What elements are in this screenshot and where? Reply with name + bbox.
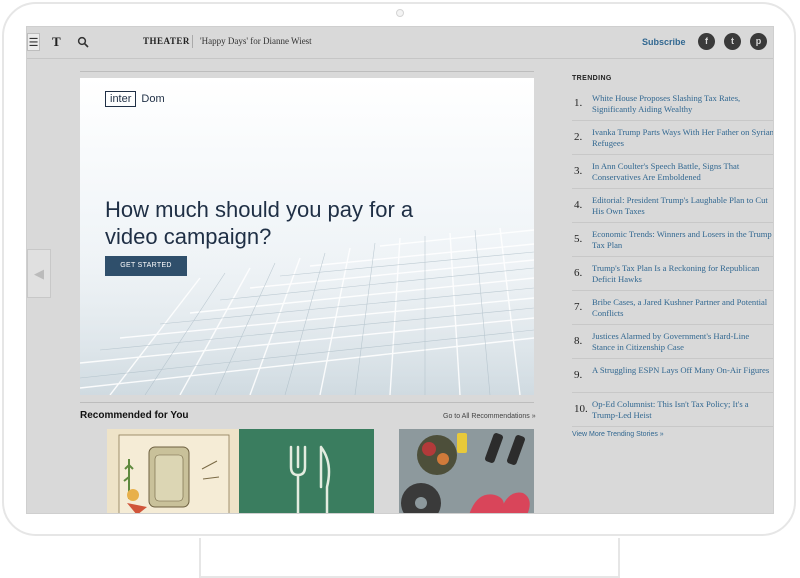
recommendation-thumbnail-illustration[interactable]	[107, 429, 242, 514]
ad-headline: How much should you pay for a video camp…	[105, 197, 414, 249]
divider	[192, 35, 193, 48]
recommended-heading: Recommended for You	[80, 410, 189, 421]
trending-item[interactable]: 7. Bribe Cases, a Jared Kushner Partner a…	[572, 291, 773, 325]
trending-item[interactable]: 3. In Ann Coulter's Speech Battle, Signs …	[572, 155, 773, 189]
divider	[80, 402, 534, 403]
recommendation-thumbnail-fork-knife[interactable]	[239, 429, 374, 514]
trending-headline[interactable]: In Ann Coulter's Speech Battle, Signs Th…	[592, 161, 773, 182]
twitter-icon[interactable]: t	[724, 33, 741, 50]
nyt-logo-icon[interactable]: T	[52, 33, 61, 51]
article-headline[interactable]: 'Happy Days' for Dianne Wiest	[200, 36, 312, 46]
previous-arrow-icon[interactable]: ◀	[27, 249, 51, 298]
trending-rank: 5.	[574, 233, 583, 245]
trending-headline[interactable]: Op-Ed Columnist: This Isn't Tax Policy; …	[592, 399, 773, 420]
trending-headline[interactable]: Bribe Cases, a Jared Kushner Partner and…	[592, 297, 773, 318]
ad-brand-box: inter	[105, 90, 137, 107]
trending-headline[interactable]: A Struggling ESPN Lays Off Many On-Air F…	[592, 365, 773, 376]
trending-item[interactable]: 9. A Struggling ESPN Lays Off Many On-Air…	[572, 359, 773, 393]
trending-headline[interactable]: Ivanka Trump Parts Ways With Her Father …	[592, 127, 773, 148]
all-recommendations-link[interactable]: Go to All Recommendations »	[443, 413, 536, 420]
search-icon[interactable]	[77, 36, 89, 48]
recommendation-thumbnail-fitness[interactable]	[399, 429, 534, 514]
device-stand	[199, 538, 620, 578]
trending-rank: 6.	[574, 267, 583, 279]
pinterest-icon[interactable]: p	[750, 33, 767, 50]
trending-rank: 3.	[574, 165, 583, 177]
ad-brand-text: Dom	[141, 92, 165, 105]
trending-rank: 4.	[574, 199, 583, 211]
divider	[80, 71, 534, 72]
trending-rank: 10.	[574, 403, 588, 415]
get-started-button[interactable]: GET STARTED	[105, 256, 187, 276]
trending-rank: 9.	[574, 369, 583, 381]
trending-item[interactable]: 8. Justices Alarmed by Government's Hard-…	[572, 325, 773, 359]
ad-brand-logo: inter Dom	[105, 90, 165, 107]
trending-rank: 1.	[574, 97, 583, 109]
trending-headline[interactable]: Economic Trends: Winners and Losers in t…	[592, 229, 773, 250]
trending-item[interactable]: 2. Ivanka Trump Parts Ways With Her Fathe…	[572, 121, 773, 155]
trending-item[interactable]: 4. Editorial: President Trump's Laughable…	[572, 189, 773, 223]
trending-headline[interactable]: Editorial: President Trump's Laughable P…	[592, 195, 773, 216]
menu-icon[interactable]: ☰	[27, 33, 40, 51]
facebook-icon[interactable]: f	[698, 33, 715, 50]
view-more-trending-link[interactable]: View More Trending Stories »	[572, 431, 664, 438]
trending-rank: 7.	[574, 301, 583, 313]
trending-list: 1. White House Proposes Slashing Tax Rate…	[572, 87, 773, 427]
trending-item[interactable]: 6. Trump's Tax Plan Is a Reckoning for Re…	[572, 257, 773, 291]
trending-headline[interactable]: White House Proposes Slashing Tax Rates,…	[592, 93, 773, 114]
advertisement-banner[interactable]: inter Dom How much should you pay for a …	[80, 78, 534, 395]
top-navigation-bar: ☰ T THEATER 'Happy Days' for Dianne Wies…	[27, 27, 773, 59]
camera-icon	[396, 9, 404, 17]
trending-rank: 2.	[574, 131, 583, 143]
subscribe-link[interactable]: Subscribe	[642, 37, 686, 47]
trending-item[interactable]: 1. White House Proposes Slashing Tax Rate…	[572, 87, 773, 121]
trending-headline[interactable]: Justices Alarmed by Government's Hard-Li…	[592, 331, 773, 352]
section-label[interactable]: THEATER	[143, 36, 190, 46]
trending-item[interactable]: 5. Economic Trends: Winners and Losers in…	[572, 223, 773, 257]
trending-rank: 8.	[574, 335, 583, 347]
browser-screen: ☰ T THEATER 'Happy Days' for Dianne Wies…	[26, 26, 774, 514]
trending-headline[interactable]: Trump's Tax Plan Is a Reckoning for Repu…	[592, 263, 773, 284]
trending-item[interactable]: 10. Op-Ed Columnist: This Isn't Tax Polic…	[572, 393, 773, 427]
trending-heading: TRENDING	[572, 75, 612, 82]
